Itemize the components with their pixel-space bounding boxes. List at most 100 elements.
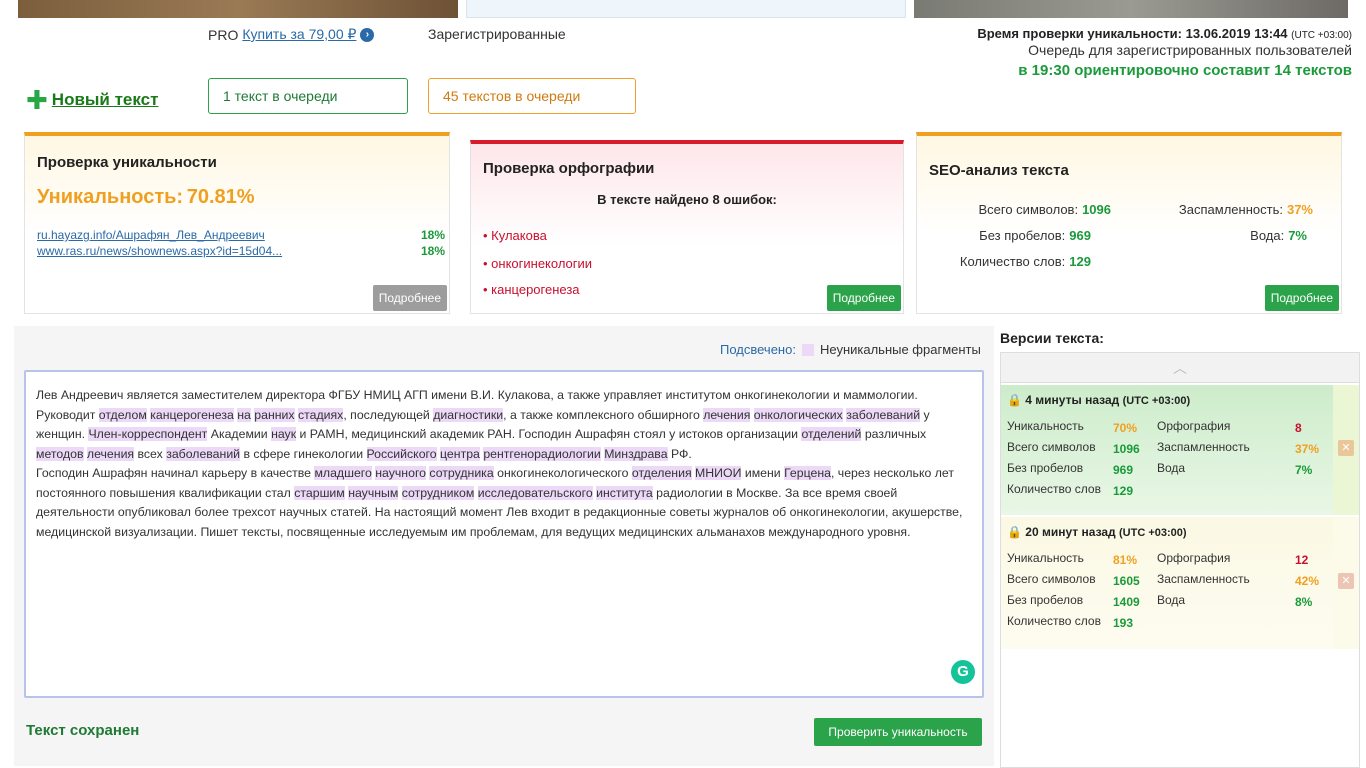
seo-water-label: Вода: [1250,228,1285,243]
seo-spam: Заспамленность: 37% [1179,202,1313,217]
version-words-label: Количество слов [1007,482,1101,496]
seo-no-spaces-value: 969 [1069,228,1091,243]
version-header: 🔒 4 минуты назад (UTC +03:00) [1007,393,1191,407]
uniqueness-more-button[interactable]: Подробнее [372,285,447,311]
source-link[interactable]: www.ras.ru/news/shownews.aspx?id=15d04..… [37,244,282,258]
check-time-tz: (UTC +03:00) [1291,30,1352,41]
version-words-value: 193 [1113,616,1134,630]
spelling-more-button[interactable]: Подробнее [826,285,901,311]
seo-card-title: SEO-анализ текста [929,162,1069,179]
seo-water: Вода: 7% [1250,228,1307,243]
spelling-card: Проверка орфографии В тексте найдено 8 о… [470,140,904,314]
uniqueness-line: Уникальность: 70.81% [37,186,255,209]
version-time: 20 минут назад [1025,525,1116,539]
version-spam-value: 42% [1295,574,1320,588]
uniqueness-card-title: Проверка уникальности [37,154,217,171]
version-words-label: Количество слов [1007,614,1101,628]
spelling-error-item[interactable]: • Кулакова [483,228,547,243]
source-link[interactable]: ru.hayazg.info/Ашрафян_Лев_Андреевич [37,228,265,242]
seo-total-chars-label: Всего символов: [978,202,1079,217]
versions-panel: ︿ 🔒 4 минуты назад (UTC +03:00) Уникальн… [1000,352,1360,768]
check-time-label: Время проверки уникальности: 13.06.2019 … [977,26,1288,41]
source-percent: 18% [420,228,445,242]
queue-estimate: в 19:30 ориентировочно составит 14 текст… [1018,62,1352,79]
version-nospace-label: Без пробелов [1007,461,1084,475]
seo-more-button[interactable]: Подробнее [1264,285,1339,311]
version-water-value: 7% [1295,463,1313,477]
version-spell-value: 12 [1295,553,1309,567]
check-time-info: Время проверки уникальности: 13.06.2019 … [977,26,1352,78]
banner-left[interactable] [18,0,458,18]
highlight-label: Подсвечено: [720,342,796,357]
seo-words-label: Количество слов: [959,254,1066,269]
registered-label: Зарегистрированные [428,26,566,42]
seo-total-chars: Всего символов: 1096 [978,202,1111,217]
uniqueness-value: 70.81% [186,186,255,208]
version-chars-value: 1096 [1113,442,1140,456]
version-uniq-value: 70% [1113,421,1138,435]
version-item[interactable]: 🔒 20 минут назад (UTC +03:00) Уникальнос… [1001,517,1333,649]
highlight-swatch [801,343,814,356]
text-editor[interactable]: Лев Андреевич является заместителем дире… [24,370,984,698]
version-header: 🔒 20 минут назад (UTC +03:00) [1007,525,1187,539]
version-chars-value: 1605 [1113,574,1140,588]
version-chars-label: Всего символов [1007,440,1096,454]
new-text-link[interactable]: Новый текст [52,90,159,110]
version-water-label: Вода [1157,461,1186,475]
version-spam-label: Заспамленность [1157,572,1250,586]
banner-center[interactable] [466,0,906,18]
spelling-error-item[interactable]: • онкогинекологии [483,256,592,271]
version-spell-label: Орфография [1157,551,1231,565]
version-words-value: 129 [1113,484,1134,498]
banner-right[interactable] [914,0,1348,18]
seo-spam-value: 37% [1286,202,1313,217]
version-tz: (UTC +03:00) [1122,395,1191,407]
version-spam-value: 37% [1295,442,1320,456]
source-row: ru.hayazg.info/Ашрафян_Лев_Андреевич 18% [37,228,445,242]
editor-paragraph: Лев Андреевич является заместителем дире… [36,388,930,461]
highlight-desc: Неуникальные фрагменты [819,342,981,357]
save-status: Текст сохранен [26,722,140,739]
highlight-legend: Подсвечено: Неуникальные фрагменты [720,342,981,357]
delete-version-button[interactable]: ✕ [1338,573,1354,589]
new-text-link-group[interactable]: ✚ Новый текст [26,85,159,115]
version-uniq-value: 81% [1113,553,1138,567]
chevron-up-icon[interactable]: ︿ [1001,353,1359,383]
versions-title: Версии текста: [1000,330,1104,346]
version-nospace-label: Без пробелов [1007,593,1084,607]
arrow-circle-icon[interactable]: › [360,27,375,42]
check-time-line: Время проверки уникальности: 13.06.2019 … [977,26,1352,43]
spelling-error-item[interactable]: • канцерогенеза [483,282,580,297]
version-nospace-value: 1409 [1113,595,1140,609]
queue-info: Очередь для зарегистрированных пользоват… [1028,42,1352,58]
uniqueness-label: Уникальность: [37,186,184,208]
registered-queue-badge: 45 текстов в очереди [428,78,636,114]
version-spam-label: Заспамленность [1157,440,1250,454]
version-item[interactable]: 🔒 4 минуты назад (UTC +03:00) Уникальнос… [1001,385,1333,515]
plus-icon: ✚ [26,85,48,115]
delete-version-button[interactable]: ✕ [1338,440,1354,456]
seo-words-value: 129 [1069,254,1091,269]
check-uniqueness-button[interactable]: Проверить уникальность [814,718,982,746]
seo-total-chars-value: 1096 [1082,202,1111,217]
version-chars-label: Всего символов [1007,572,1096,586]
spelling-card-title: Проверка орфографии [483,160,655,177]
editor-paragraph: Господин Ашрафян начинал карьеру в качес… [36,466,963,539]
version-water-label: Вода [1157,593,1186,607]
version-delete-column: ✕ [1333,517,1359,649]
source-percent: 18% [420,244,445,258]
seo-spam-label: Заспамленность: [1178,202,1283,217]
version-delete-column: ✕ [1333,385,1359,515]
seo-no-spaces: Без пробелов: 969 [979,228,1091,243]
version-spell-value: 8 [1295,421,1302,435]
version-nospace-value: 969 [1113,463,1134,477]
pro-queue-badge: 1 текст в очереди [208,78,408,114]
version-water-value: 8% [1295,595,1313,609]
source-row: www.ras.ru/news/shownews.aspx?id=15d04..… [37,244,445,258]
spelling-found-count: В тексте найдено 8 ошибок: [597,192,777,207]
grammarly-icon[interactable]: G [951,660,975,684]
version-uniq-label: Уникальность [1007,551,1084,565]
seo-water-value: 7% [1288,228,1307,243]
pro-label: PRO [208,26,239,43]
buy-pro-link[interactable]: Купить за 79,00 ₽ [242,26,356,43]
